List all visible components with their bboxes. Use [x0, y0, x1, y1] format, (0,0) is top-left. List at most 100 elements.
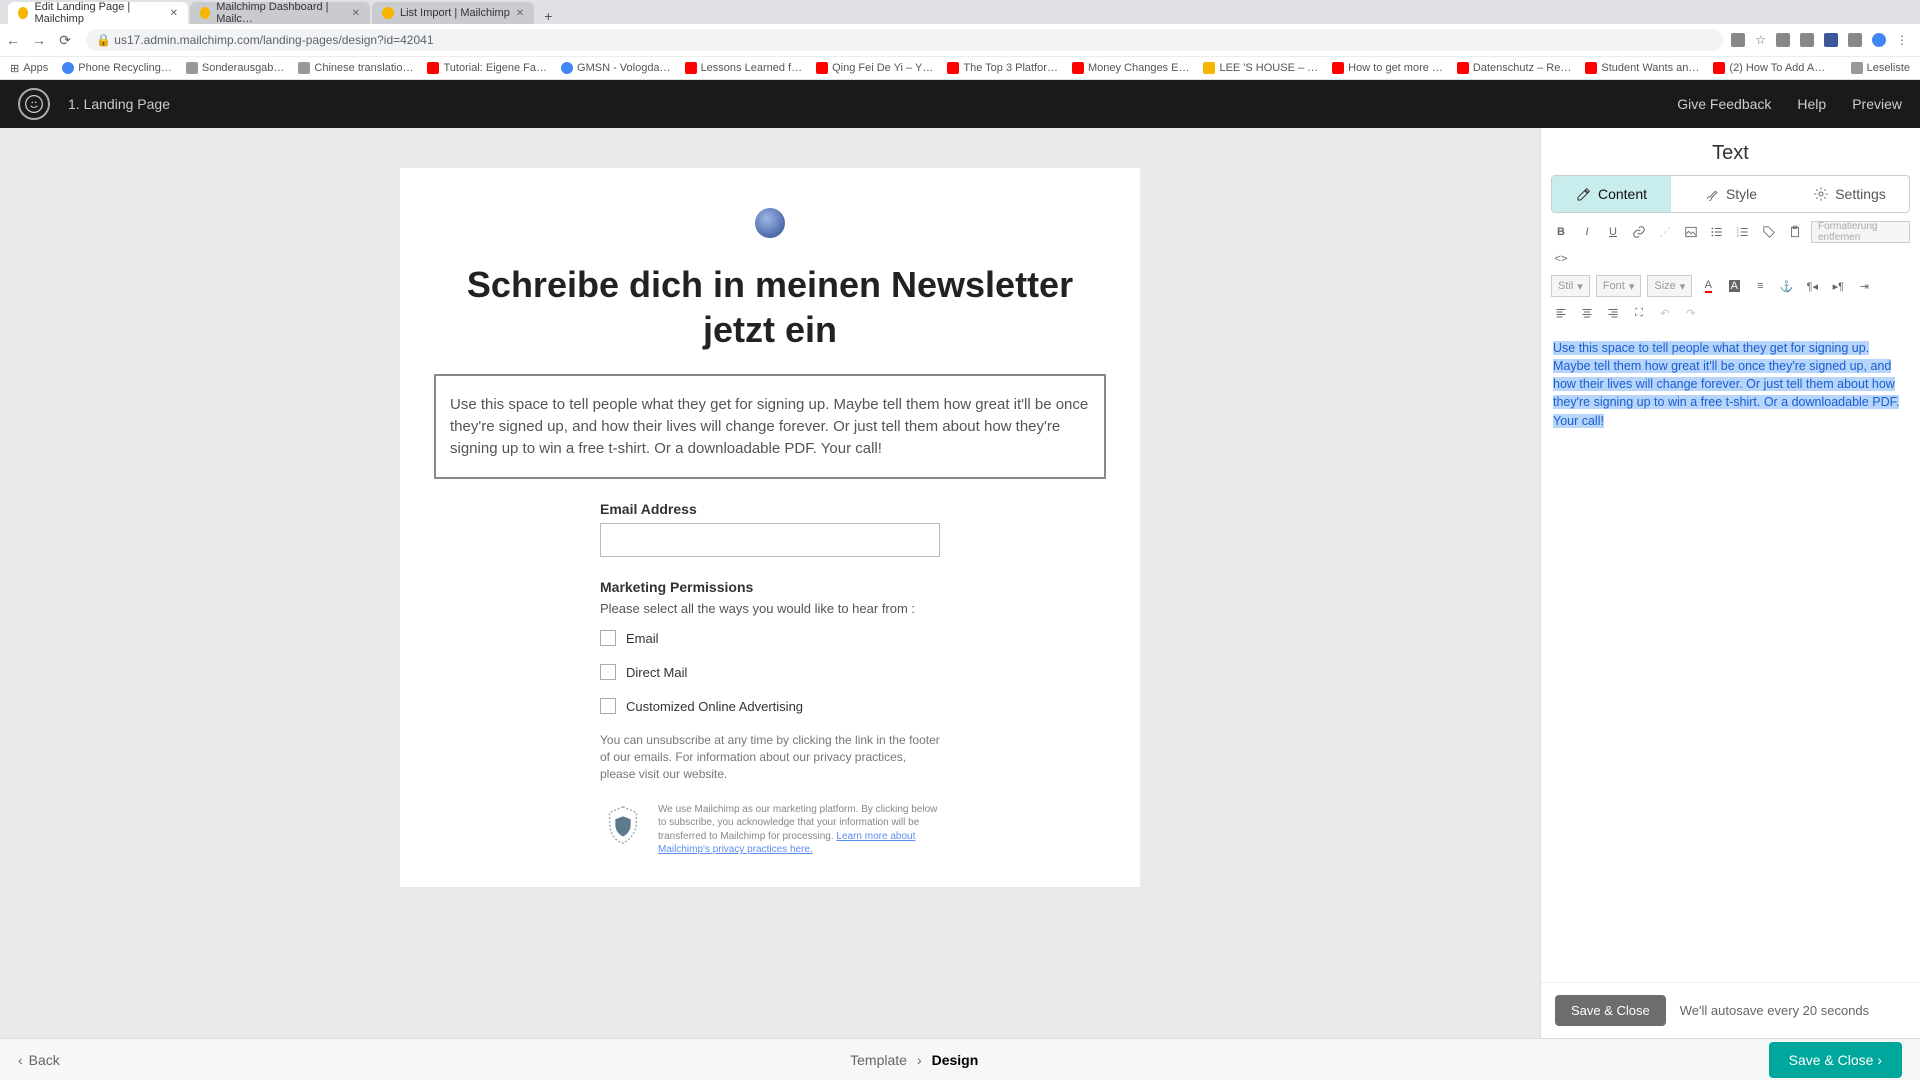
- checkbox-icon[interactable]: [600, 630, 616, 646]
- ext-icon[interactable]: [1731, 33, 1745, 47]
- align-right-button[interactable]: [1603, 303, 1623, 323]
- bookmark[interactable]: Datenschutz – Re…: [1457, 62, 1571, 74]
- clipboard-icon: [1788, 225, 1802, 239]
- bold-button[interactable]: B: [1551, 222, 1571, 242]
- bookmark[interactable]: Chinese translatio…: [298, 62, 413, 74]
- bg-color-button[interactable]: A: [1724, 276, 1744, 296]
- size-select[interactable]: Size ▾: [1647, 275, 1692, 297]
- bookmark[interactable]: The Top 3 Platfor…: [947, 62, 1058, 74]
- forward-icon[interactable]: →: [26, 32, 52, 48]
- svg-text:3: 3: [1737, 234, 1739, 238]
- bookmark[interactable]: Money Changes E…: [1072, 62, 1190, 74]
- step-design[interactable]: Design: [932, 1052, 979, 1068]
- align-left-icon: [1555, 307, 1567, 319]
- bookmark[interactable]: Student Wants an…: [1585, 62, 1699, 74]
- ext-icon[interactable]: [1848, 33, 1862, 47]
- rtl-button[interactable]: ▸¶: [1828, 276, 1848, 296]
- bookmark-icon: [561, 62, 573, 74]
- ltr-button[interactable]: ¶◂: [1802, 276, 1822, 296]
- give-feedback-link[interactable]: Give Feedback: [1677, 96, 1771, 112]
- bookmark[interactable]: Lessons Learned f…: [685, 62, 803, 74]
- email-field[interactable]: [600, 523, 940, 557]
- bookmark[interactable]: Sonderausgab…: [186, 62, 285, 74]
- page-logo-icon[interactable]: [755, 208, 785, 238]
- bookmark-icon: [1585, 62, 1597, 74]
- italic-button[interactable]: I: [1577, 222, 1597, 242]
- save-close-button[interactable]: Save & Close: [1555, 995, 1666, 1026]
- back-button[interactable]: ‹ Back: [18, 1052, 60, 1068]
- signup-form: Email Address Marketing Permissions Plea…: [600, 501, 940, 856]
- bookmark[interactable]: Leseliste: [1851, 62, 1910, 74]
- ul-button[interactable]: [1707, 222, 1727, 242]
- step-breadcrumb: Template › Design: [850, 1052, 978, 1068]
- bookmark[interactable]: GMSN - Vologda…: [561, 62, 671, 74]
- step-template[interactable]: Template: [850, 1052, 907, 1068]
- perm-option[interactable]: Customized Online Advertising: [600, 698, 940, 714]
- ext-icon[interactable]: [1800, 33, 1814, 47]
- expand-button[interactable]: ⛶: [1629, 303, 1649, 323]
- checkbox-icon[interactable]: [600, 664, 616, 680]
- image-button[interactable]: [1681, 222, 1701, 242]
- text-block-selected[interactable]: Use this space to tell people what they …: [434, 374, 1106, 479]
- tab-settings[interactable]: Settings: [1790, 176, 1909, 212]
- tab-content[interactable]: Content: [1552, 176, 1671, 212]
- redo-button[interactable]: ↷: [1681, 303, 1701, 323]
- save-close-primary-button[interactable]: Save & Close ›: [1769, 1042, 1902, 1078]
- close-icon[interactable]: ✕: [352, 8, 360, 19]
- browser-tab[interactable]: Mailchimp Dashboard | Mailc… ✕: [190, 2, 370, 24]
- back-icon[interactable]: ←: [0, 32, 26, 48]
- indent-button[interactable]: ⇥: [1854, 276, 1874, 296]
- perm-option[interactable]: Email: [600, 630, 940, 646]
- help-link[interactable]: Help: [1797, 96, 1826, 112]
- align-left-button[interactable]: [1551, 303, 1571, 323]
- browser-tab-active[interactable]: Edit Landing Page | Mailchimp ✕: [8, 2, 188, 24]
- clear-format-button[interactable]: Formatierung entfernen: [1811, 221, 1910, 243]
- browser-tab[interactable]: List Import | Mailchimp ✕: [372, 2, 534, 24]
- link-button[interactable]: [1629, 222, 1649, 242]
- bookmark[interactable]: Phone Recycling…: [62, 62, 172, 74]
- ext-icon[interactable]: [1824, 33, 1838, 47]
- bookmark[interactable]: Qing Fei De Yi – Y…: [816, 62, 933, 74]
- sidebar-footer: Save & Close We'll autosave every 20 sec…: [1541, 982, 1920, 1038]
- page-headline[interactable]: Schreibe dich in meinen Newsletter jetzt…: [434, 262, 1106, 352]
- style-select[interactable]: Stil ▾: [1551, 275, 1590, 297]
- bookmark[interactable]: How to get more …: [1332, 62, 1443, 74]
- new-tab-button[interactable]: +: [536, 8, 560, 24]
- merge-tags-button[interactable]: [1759, 222, 1779, 242]
- menu-icon[interactable]: ⋮: [1896, 33, 1908, 47]
- reload-icon[interactable]: ⟳: [52, 32, 78, 49]
- legal-text: We use Mailchimp as our marketing platfo…: [658, 803, 940, 857]
- unlink-icon: [1658, 225, 1672, 239]
- undo-button[interactable]: ↶: [1655, 303, 1675, 323]
- ext-icon[interactable]: [1776, 33, 1790, 47]
- address-bar[interactable]: 🔒 us17.admin.mailchimp.com/landing-pages…: [86, 29, 1723, 51]
- canvas[interactable]: Schreibe dich in meinen Newsletter jetzt…: [0, 128, 1540, 1038]
- align-button[interactable]: ≡: [1750, 276, 1770, 296]
- text-editor[interactable]: Use this space to tell people what they …: [1541, 333, 1920, 982]
- source-button[interactable]: <>: [1551, 249, 1571, 269]
- underline-button[interactable]: U: [1603, 222, 1623, 242]
- perm-option[interactable]: Direct Mail: [600, 664, 940, 680]
- unlink-button[interactable]: [1655, 222, 1675, 242]
- tab-style[interactable]: Style: [1671, 176, 1790, 212]
- paste-button[interactable]: [1785, 222, 1805, 242]
- bookmark[interactable]: ⊞Apps: [10, 62, 48, 75]
- bookmark[interactable]: (2) How To Add A…: [1713, 62, 1825, 74]
- star-icon[interactable]: ☆: [1755, 33, 1766, 47]
- align-center-button[interactable]: [1577, 303, 1597, 323]
- preview-link[interactable]: Preview: [1852, 96, 1902, 112]
- mailchimp-logo-icon[interactable]: [18, 88, 50, 120]
- checkbox-icon[interactable]: [600, 698, 616, 714]
- close-icon[interactable]: ✕: [516, 8, 524, 19]
- bookmark[interactable]: LEE 'S HOUSE – …: [1203, 62, 1318, 74]
- font-select[interactable]: Font ▾: [1596, 275, 1642, 297]
- favicon-icon: [18, 7, 28, 19]
- text-color-button[interactable]: A: [1698, 276, 1718, 296]
- landing-page: Schreibe dich in meinen Newsletter jetzt…: [400, 168, 1140, 887]
- close-icon[interactable]: ✕: [170, 8, 178, 19]
- bookmark[interactable]: Tutorial: Eigene Fa…: [427, 62, 547, 74]
- tag-icon: [1762, 225, 1776, 239]
- profile-icon[interactable]: [1872, 33, 1886, 47]
- anchor-button[interactable]: ⚓: [1776, 276, 1796, 296]
- ol-button[interactable]: 123: [1733, 222, 1753, 242]
